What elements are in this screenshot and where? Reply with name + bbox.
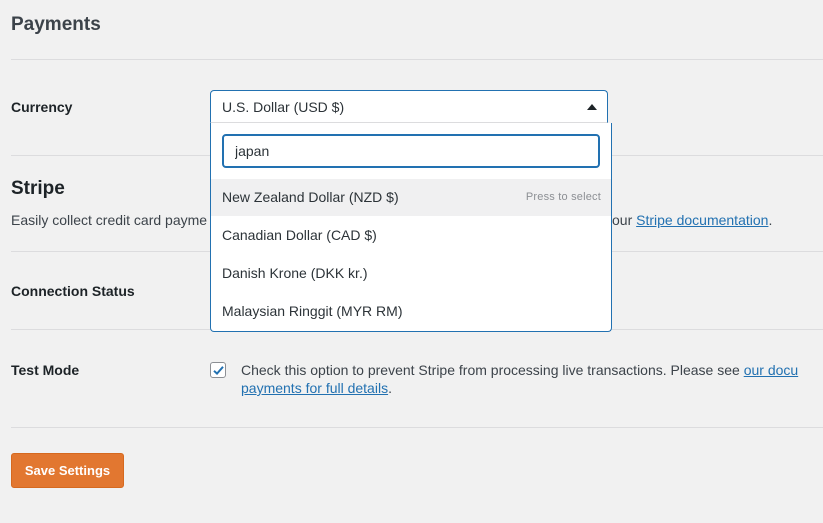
- connection-status-label: Connection Status: [11, 283, 135, 299]
- divider: [11, 427, 823, 428]
- test-mode-checkbox[interactable]: [210, 362, 226, 378]
- stripe-description-mid: our: [612, 212, 637, 228]
- save-settings-button[interactable]: Save Settings: [11, 453, 124, 488]
- test-mode-text: Check this option to prevent Stripe from…: [241, 362, 744, 378]
- stripe-description-tail: our Stripe documentation.: [612, 212, 772, 228]
- stripe-description-end: .: [768, 212, 773, 228]
- currency-option-label: New Zealand Dollar (NZD $): [222, 189, 399, 205]
- currency-selected-value: U.S. Dollar (USD $): [222, 99, 345, 115]
- currency-option[interactable]: New Zealand Dollar (NZD $) Press to sele…: [211, 179, 611, 216]
- currency-select[interactable]: U.S. Dollar (USD $): [210, 90, 608, 123]
- page-title: Payments: [11, 14, 101, 35]
- test-mode-description: Check this option to prevent Stripe from…: [241, 361, 798, 397]
- currency-search-input[interactable]: [222, 134, 600, 168]
- currency-option[interactable]: Canadian Dollar (CAD $): [211, 217, 611, 254]
- docs-link-continued[interactable]: payments for full details: [241, 380, 388, 396]
- test-mode-label: Test Mode: [11, 362, 80, 378]
- test-mode-text-end: .: [388, 380, 392, 396]
- stripe-documentation-link[interactable]: Stripe documentation: [636, 212, 768, 228]
- docs-link[interactable]: our docu: [744, 362, 798, 378]
- checkmark-icon: [213, 366, 224, 376]
- stripe-description: Easily collect credit card payme: [11, 212, 207, 228]
- press-to-select-hint: Press to select: [525, 191, 601, 203]
- chevron-up-icon: [587, 104, 597, 110]
- stripe-title: Stripe: [11, 178, 65, 199]
- currency-option[interactable]: Malaysian Ringgit (MYR RM): [211, 293, 611, 330]
- stripe-description-text: Easily collect credit card payme: [11, 212, 208, 228]
- currency-option[interactable]: Danish Krone (DKK kr.): [211, 255, 611, 292]
- settings-page: Payments Currency Stripe Easily collect …: [0, 0, 823, 523]
- currency-option-label: Canadian Dollar (CAD $): [222, 227, 377, 243]
- currency-option-label: Malaysian Ringgit (MYR RM): [222, 303, 403, 319]
- currency-label: Currency: [11, 99, 73, 115]
- divider: [11, 59, 823, 60]
- currency-dropdown: New Zealand Dollar (NZD $) Press to sele…: [210, 123, 612, 332]
- currency-option-label: Danish Krone (DKK kr.): [222, 265, 368, 281]
